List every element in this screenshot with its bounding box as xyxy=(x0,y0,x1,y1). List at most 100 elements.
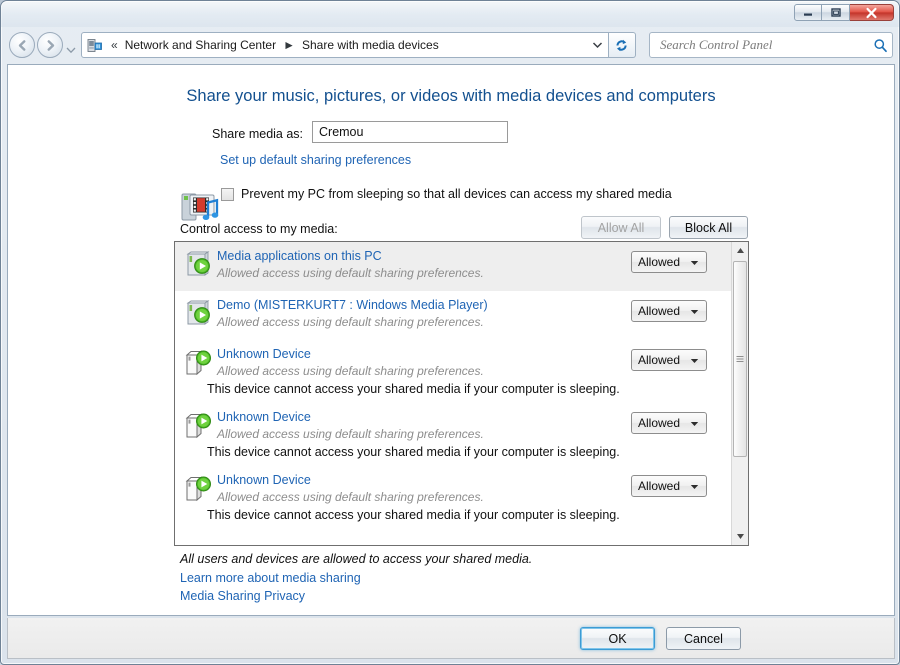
chevron-down-icon xyxy=(690,353,699,367)
search-icon xyxy=(868,38,892,53)
navigation-bar: « Network and Sharing Center ► Share wit… xyxy=(1,28,899,62)
minimize-button[interactable] xyxy=(794,4,822,21)
device-row[interactable]: Unknown Device Allowed access using defau… xyxy=(175,466,731,529)
scrollbar-thumb[interactable] xyxy=(733,261,747,457)
share-media-as-input[interactable] xyxy=(312,121,508,143)
refresh-button[interactable] xyxy=(609,32,636,58)
device-info: Unknown Device Allowed access using defau… xyxy=(207,409,631,460)
permission-dropdown[interactable]: Allowed xyxy=(631,300,707,322)
permission-value: Allowed xyxy=(638,353,681,367)
device-row[interactable]: Unknown Device Allowed access using defau… xyxy=(175,403,731,466)
device-list-scrollbar[interactable] xyxy=(731,242,748,545)
device-info: Demo (MISTERKURT7 : Windows Media Player… xyxy=(217,297,631,334)
device-name-link[interactable]: Media applications on this PC xyxy=(217,248,631,264)
scroll-up-button[interactable] xyxy=(732,242,748,259)
content-pane: Share your music, pictures, or videos wi… xyxy=(7,64,895,616)
control-access-label: Control access to my media: xyxy=(180,222,338,236)
refresh-icon xyxy=(616,39,627,51)
media-sharing-privacy-link[interactable]: Media Sharing Privacy xyxy=(180,589,305,603)
window-controls xyxy=(794,4,894,21)
forward-button[interactable] xyxy=(37,32,63,58)
scroll-down-button[interactable] xyxy=(732,528,748,545)
device-permission-cell: Allowed xyxy=(631,346,731,397)
prevent-sleep-row[interactable]: Prevent my PC from sleeping so that all … xyxy=(221,187,672,201)
permission-dropdown[interactable]: Allowed xyxy=(631,412,707,434)
all-allowed-note: All users and devices are allowed to acc… xyxy=(180,552,533,566)
ok-button[interactable]: OK xyxy=(580,627,655,650)
permission-dropdown[interactable]: Allowed xyxy=(631,349,707,371)
device-row[interactable]: Demo (MISTERKURT7 : Windows Media Player… xyxy=(175,291,731,340)
chevron-down-icon xyxy=(592,42,602,49)
device-name-link[interactable]: Demo (MISTERKURT7 : Windows Media Player… xyxy=(217,297,631,313)
network-sharing-icon xyxy=(84,34,106,56)
title-bar xyxy=(1,1,899,27)
media-pc-icon xyxy=(186,251,210,276)
device-list: Media applications on this PC Allowed acc… xyxy=(174,241,749,546)
device-rows: Media applications on this PC Allowed acc… xyxy=(175,242,731,545)
permission-dropdown[interactable]: Allowed xyxy=(631,251,707,273)
device-row[interactable]: Media applications on this PC Allowed acc… xyxy=(175,242,731,291)
prevent-sleep-checkbox[interactable] xyxy=(221,187,234,201)
unknown-device-icon xyxy=(185,476,211,502)
address-bar[interactable]: « Network and Sharing Center ► Share wit… xyxy=(81,32,609,58)
device-name-link[interactable]: Unknown Device xyxy=(217,472,631,488)
learn-more-link[interactable]: Learn more about media sharing xyxy=(180,571,361,585)
media-pc-icon xyxy=(175,248,217,285)
chevron-down-icon xyxy=(690,261,699,265)
breadcrumb-item-share-with-media-devices[interactable]: Share with media devices xyxy=(300,36,441,54)
share-media-as-label: Share media as: xyxy=(212,127,304,141)
chevron-down-icon xyxy=(690,359,699,363)
device-warning: This device cannot access your shared me… xyxy=(207,382,620,396)
unknown-device-icon xyxy=(185,350,211,376)
control-panel-window: « Network and Sharing Center ► Share wit… xyxy=(0,0,900,665)
device-row[interactable]: Unknown Device Allowed access using defau… xyxy=(175,340,731,403)
back-arrow-icon xyxy=(18,39,25,51)
chevron-down-icon xyxy=(690,479,699,493)
block-all-button[interactable]: Block All xyxy=(669,216,748,239)
media-pc-icon xyxy=(175,297,217,334)
search-box[interactable] xyxy=(649,32,893,58)
chevron-down-icon xyxy=(690,310,699,314)
grip-icon xyxy=(736,356,744,362)
permission-value: Allowed xyxy=(638,304,681,318)
permission-value: Allowed xyxy=(638,479,681,493)
address-dropdown-button[interactable] xyxy=(586,33,608,57)
permission-value: Allowed xyxy=(638,416,681,430)
page-title: Share your music, pictures, or videos wi… xyxy=(186,87,716,105)
dialog-button-bar: OK Cancel xyxy=(7,618,895,659)
chevron-down-icon xyxy=(690,416,699,430)
maximize-button[interactable] xyxy=(822,4,850,21)
chevron-down-icon xyxy=(66,47,76,54)
device-name-link[interactable]: Unknown Device xyxy=(217,409,631,425)
chevron-down-icon xyxy=(690,304,699,318)
device-info: Media applications on this PC Allowed acc… xyxy=(217,248,631,285)
device-permission-cell: Allowed xyxy=(631,297,731,334)
device-permission-cell: Allowed xyxy=(631,409,731,460)
device-name-link[interactable]: Unknown Device xyxy=(217,346,631,362)
close-button[interactable] xyxy=(850,4,894,21)
default-sharing-preferences-link[interactable]: Set up default sharing preferences xyxy=(220,153,411,167)
device-status: Allowed access using default sharing pre… xyxy=(217,364,484,378)
breadcrumb-overflow[interactable]: « xyxy=(111,38,118,52)
chevron-down-icon xyxy=(690,485,699,489)
caret-down-icon xyxy=(736,534,744,539)
caret-up-icon xyxy=(736,248,744,253)
history-dropdown-button[interactable] xyxy=(65,42,77,54)
device-status: Allowed access using default sharing pre… xyxy=(217,266,484,280)
device-info: Unknown Device Allowed access using defau… xyxy=(207,472,631,523)
device-status: Allowed access using default sharing pre… xyxy=(217,315,484,329)
cancel-button[interactable]: Cancel xyxy=(666,627,741,650)
device-status: Allowed access using default sharing pre… xyxy=(217,427,484,441)
device-warning: This device cannot access your shared me… xyxy=(207,445,620,459)
back-button[interactable] xyxy=(9,32,35,58)
media-pc-icon xyxy=(186,300,210,325)
device-info: Unknown Device Allowed access using defau… xyxy=(207,346,631,397)
breadcrumb-item-network-and-sharing-center[interactable]: Network and Sharing Center xyxy=(123,36,278,54)
device-status: Allowed access using default sharing pre… xyxy=(217,490,484,504)
permission-dropdown[interactable]: Allowed xyxy=(631,475,707,497)
search-input[interactable] xyxy=(658,36,868,54)
unknown-device-icon xyxy=(185,413,211,439)
device-warning: This device cannot access your shared me… xyxy=(207,508,620,522)
forward-arrow-icon xyxy=(47,39,54,51)
allow-all-button[interactable]: Allow All xyxy=(581,216,661,239)
